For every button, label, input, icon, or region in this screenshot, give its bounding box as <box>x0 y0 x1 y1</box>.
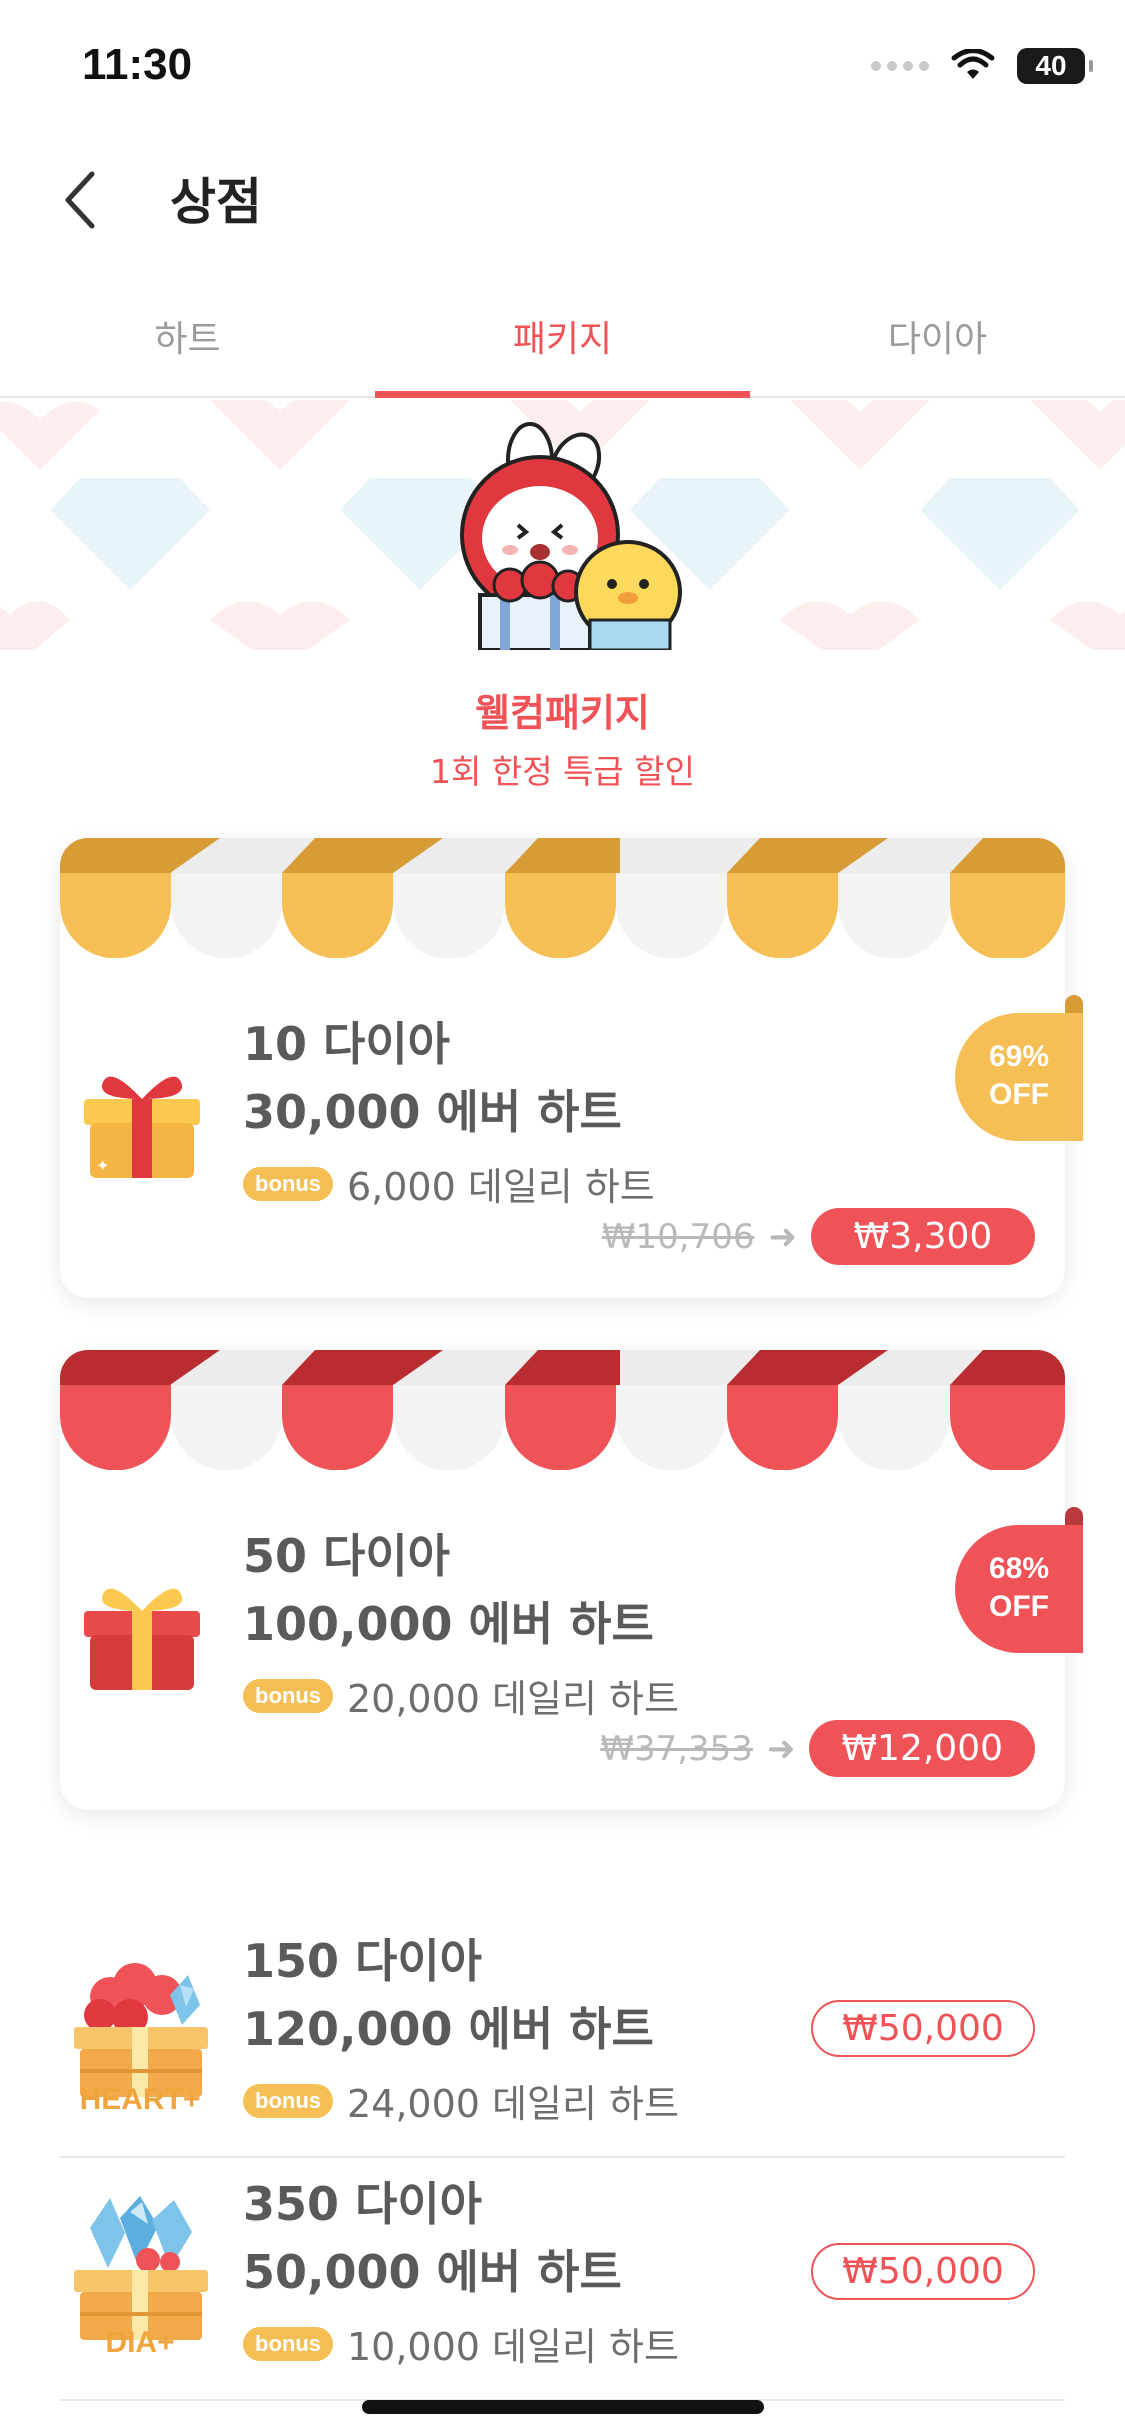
discount-percent: 68% <box>988 1552 1050 1585</box>
welcome-package-title: 웰컴패키지 <box>475 691 650 735</box>
welcome-banner <box>0 400 1125 650</box>
package-card[interactable]: 50 다이아 100,000 에버 하트 bonus 20,000 데일리 하트… <box>60 1350 1083 1810</box>
ever-heart-amount: 120,000 에버 하트 <box>243 2002 654 2056</box>
discount-percent: 69% <box>988 1040 1050 1073</box>
tab-package[interactable]: 패키지 <box>375 280 750 398</box>
cellular-signal-icon <box>871 61 929 71</box>
dia-plus-label: DIA+ <box>105 2326 175 2359</box>
mascot-illustration <box>460 422 682 650</box>
back-button[interactable] <box>50 160 110 240</box>
status-icons: 40 <box>871 48 1093 84</box>
bonus-badge: bonus <box>243 2083 333 2118</box>
discount-tag: 69% OFF <box>955 995 1083 1141</box>
buy-price-button[interactable]: ₩3,300 <box>811 1208 1035 1265</box>
ever-heart-amount: 30,000 에버 하트 <box>243 1085 622 1139</box>
diamond-amount: 10 다이아 <box>243 1017 450 1071</box>
status-bar: 11:30 40 <box>0 0 1125 140</box>
tab-diamond[interactable]: 다이아 <box>750 280 1125 396</box>
bonus-daily-heart: 24,000 데일리 하트 <box>347 2082 679 2126</box>
original-price: ₩10,706 <box>601 1216 755 1257</box>
ever-heart-amount: 100,000 에버 하트 <box>243 1597 654 1651</box>
awning-decoration <box>60 838 1065 958</box>
list-package-item[interactable]: DIA+ 350 다이아 50,000 에버 하트 bonus 10,000 데… <box>60 2158 1065 2401</box>
page-title: 상점 <box>170 173 262 231</box>
bonus-badge: bonus <box>243 1678 333 1713</box>
original-price: ₩37,353 <box>600 1728 753 1769</box>
price-row: ₩37,353 ➜ ₩12,000 <box>600 1720 1035 1777</box>
gift-box-icon: ✦ <box>84 1076 200 1178</box>
battery-icon: 40 <box>1017 48 1093 84</box>
diamond-amount: 150 다이아 <box>243 1934 482 1988</box>
bonus-daily-heart: 10,000 데일리 하트 <box>347 2325 679 2369</box>
buy-price-button[interactable]: ₩50,000 <box>811 2243 1035 2300</box>
list-package-item[interactable]: HEART+ 150 다이아 120,000 에버 하트 bonus 24,00… <box>60 1915 1065 2158</box>
discount-tag: 68% OFF <box>955 1507 1083 1653</box>
status-time: 11:30 <box>82 40 193 89</box>
ever-heart-amount: 50,000 에버 하트 <box>243 2245 622 2299</box>
heart-plus-label: HEART+ <box>79 2083 201 2116</box>
bonus-daily-heart: 20,000 데일리 하트 <box>347 1677 679 1721</box>
diamond-amount: 50 다이아 <box>243 1529 450 1583</box>
navigation-bar: 상점 <box>0 140 1125 260</box>
bonus-row: bonus 6,000 데일리 하트 <box>243 1156 655 1211</box>
price-row: ₩10,706 ➜ ₩3,300 <box>602 1208 1035 1265</box>
tab-bar: 하트 패키지 다이아 <box>0 280 1125 398</box>
awning-decoration <box>60 1350 1065 1470</box>
buy-price-button[interactable]: ₩50,000 <box>811 2000 1035 2057</box>
bonus-row: bonus 20,000 데일리 하트 <box>243 1668 679 1723</box>
tab-heart[interactable]: 하트 <box>0 280 375 396</box>
home-indicator <box>362 2400 764 2414</box>
gift-box-icon <box>84 1588 200 1690</box>
welcome-package-subtitle: 1회 한정 특급 할인 <box>430 752 695 791</box>
diamond-amount: 350 다이아 <box>243 2177 482 2231</box>
discount-off-label: OFF <box>989 1590 1049 1623</box>
bonus-row: bonus 24,000 데일리 하트 <box>243 2073 679 2128</box>
discount-off-label: OFF <box>989 1078 1049 1111</box>
bonus-daily-heart: 6,000 데일리 하트 <box>347 1165 655 1209</box>
svg-text:✦: ✦ <box>96 1156 109 1175</box>
chevron-left-icon <box>65 171 95 229</box>
buy-price-button[interactable]: ₩12,000 <box>809 1720 1035 1777</box>
arrow-right-icon: ➜ <box>766 1728 796 1769</box>
package-card[interactable]: ✦ 10 다이아 30,000 에버 하트 bonus 6,000 데일리 하트… <box>60 838 1083 1298</box>
wifi-icon <box>951 49 995 79</box>
bonus-badge: bonus <box>243 2326 333 2361</box>
bonus-row: bonus 10,000 데일리 하트 <box>243 2316 679 2371</box>
arrow-right-icon: ➜ <box>768 1216 798 1257</box>
bonus-badge: bonus <box>243 1166 333 1201</box>
